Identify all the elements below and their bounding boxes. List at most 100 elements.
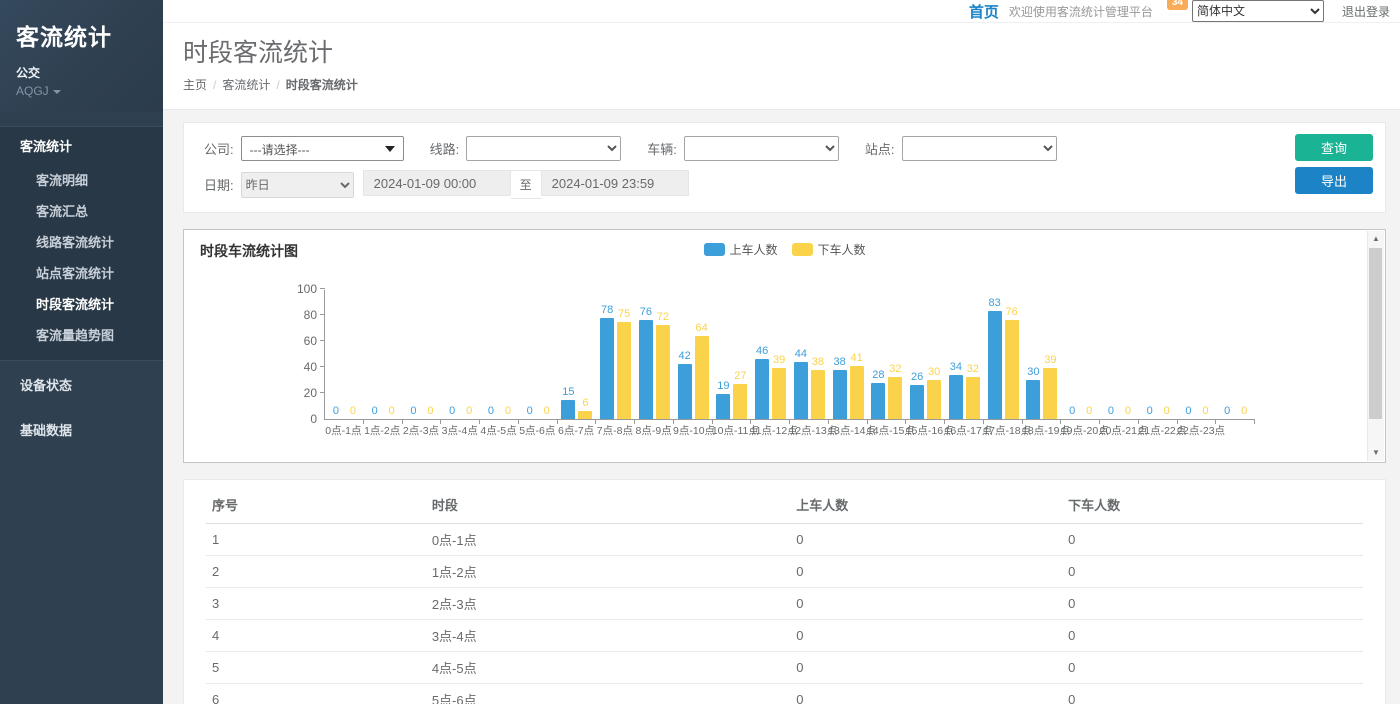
station-select[interactable] [902, 136, 1057, 161]
x-axis-tick-mark [750, 420, 751, 424]
x-axis-tick-label: 13点-14点 [828, 423, 867, 438]
sidebar-section-2[interactable]: 基础数据 [0, 408, 163, 451]
chart-category-group: 00 [480, 290, 519, 419]
vehicle-label: 车辆: [647, 139, 677, 158]
bar-value-label: 42 [679, 351, 691, 362]
bar-column: 0 [1236, 290, 1253, 419]
notification-badge[interactable]: 34 [1167, 0, 1188, 10]
bar-value-label: 39 [1044, 355, 1056, 366]
table-cell: 1点-2点 [426, 556, 790, 588]
home-link[interactable]: 首页 [969, 1, 999, 22]
sidebar-subitem[interactable]: 客流量趋势图 [0, 319, 163, 350]
x-axis-tick-mark [712, 420, 713, 424]
x-axis-tick-mark [363, 420, 364, 424]
date-from-input[interactable] [363, 170, 511, 196]
sidebar-subitem[interactable]: 客流汇总 [0, 195, 163, 226]
table-cell: 0 [1062, 652, 1363, 684]
bar-column: 46 [754, 290, 771, 419]
chart-category-group: 1927 [713, 290, 752, 419]
x-axis-tick-mark [595, 420, 596, 424]
legend-swatch-blue [703, 243, 724, 256]
y-axis-tick-label: 20 [304, 387, 317, 399]
bar-column: 0 [482, 290, 499, 419]
bar [695, 336, 709, 419]
sidebar-subitem[interactable]: 时段客流统计 [0, 288, 163, 319]
bar [966, 377, 980, 419]
query-button[interactable]: 查询 [1295, 134, 1373, 161]
bar-value-label: 30 [928, 367, 940, 378]
bar-column: 27 [732, 290, 749, 419]
x-axis-tick-mark [402, 420, 403, 424]
filter-panel: 公司: ---请选择--- 线路: 车辆: [183, 122, 1386, 213]
x-axis-tick-mark [634, 420, 635, 424]
sidebar-subitem[interactable]: 线路客流统计 [0, 226, 163, 257]
legend-item-alighting[interactable]: 下车人数 [792, 241, 866, 258]
scrollbar-down-icon[interactable]: ▼ [1368, 445, 1384, 461]
chart-scrollbar[interactable]: ▲ ▼ [1367, 231, 1384, 461]
table-row: 32点-3点00 [206, 588, 1363, 620]
legend-item-boarding[interactable]: 上车人数 [703, 241, 777, 258]
chart-category-group: 00 [325, 290, 364, 419]
line-label: 线路: [430, 139, 460, 158]
bar-value-label: 28 [872, 370, 884, 381]
bar [988, 311, 1002, 419]
breadcrumb-section[interactable]: 客流统计 [222, 78, 270, 92]
bar-column: 19 [715, 290, 732, 419]
vehicle-select[interactable] [684, 136, 839, 161]
bar-value-label: 0 [1241, 406, 1247, 417]
bar-value-label: 0 [1069, 406, 1075, 417]
bar [1005, 320, 1019, 419]
scrollbar-up-icon[interactable]: ▲ [1368, 231, 1384, 247]
sidebar-section-0[interactable]: 客流统计 [0, 126, 163, 164]
sidebar-subitem[interactable]: 站点客流统计 [0, 257, 163, 288]
bar-column: 0 [1102, 290, 1119, 419]
bar-value-label: 0 [544, 406, 550, 417]
bar-value-label: 32 [967, 364, 979, 375]
x-axis-tick-mark [479, 420, 480, 424]
main-area: 首页 欢迎使用客流统计管理平台 34 简体中文 退出登录 时段客流统计 主页/客… [163, 0, 1400, 704]
company-name: 公交 [16, 64, 147, 81]
scrollbar-thumb[interactable] [1369, 248, 1382, 419]
x-axis-tick-label: 3点-4点 [440, 423, 479, 438]
x-axis-tick-mark [789, 420, 790, 424]
bar-column: 0 [1158, 290, 1175, 419]
bar [833, 370, 847, 419]
user-dropdown[interactable]: AQGJ [16, 84, 147, 98]
bar-column: 28 [870, 290, 887, 419]
logout-link[interactable]: 退出登录 [1342, 3, 1390, 20]
x-axis-tick-mark [1022, 420, 1023, 424]
bar-value-label: 27 [734, 371, 746, 382]
export-button[interactable]: 导出 [1295, 167, 1373, 194]
sidebar-section-1[interactable]: 设备状态 [0, 363, 163, 406]
x-axis-tick-mark [1099, 420, 1100, 424]
date-to-input[interactable] [541, 170, 689, 196]
bar-column: 0 [499, 290, 516, 419]
bar-column: 30 [926, 290, 943, 419]
x-axis-tick-mark [1177, 420, 1178, 424]
table-cell: 0 [790, 524, 1062, 556]
bar-column: 0 [422, 290, 439, 419]
chart-category-group: 156 [558, 290, 597, 419]
sidebar-subitem[interactable]: 客流明细 [0, 164, 163, 195]
bar-value-label: 0 [350, 406, 356, 417]
bar-value-label: 41 [851, 353, 863, 364]
bar-column: 30 [1025, 290, 1042, 419]
bar-value-label: 0 [372, 406, 378, 417]
bar-column: 83 [986, 290, 1003, 419]
bar-value-label: 34 [950, 362, 962, 373]
language-select[interactable]: 简体中文 [1192, 0, 1324, 22]
line-select[interactable] [466, 136, 621, 161]
table-column-header: 时段 [426, 486, 790, 524]
company-filter: 公司: ---请选择--- [204, 136, 404, 161]
table-cell: 0 [1062, 684, 1363, 704]
breadcrumb-home[interactable]: 主页 [183, 78, 207, 92]
bar-value-label: 0 [488, 406, 494, 417]
topbar: 首页 欢迎使用客流统计管理平台 34 简体中文 退出登录 [163, 0, 1400, 23]
bar-value-label: 0 [1108, 406, 1114, 417]
bar-column: 44 [792, 290, 809, 419]
table-cell: 3点-4点 [426, 620, 790, 652]
company-select-value: ---请选择--- [250, 143, 310, 157]
date-preset-select[interactable]: 昨日 [241, 172, 354, 198]
bar-column: 0 [1064, 290, 1081, 419]
company-select[interactable]: ---请选择--- [241, 136, 404, 161]
